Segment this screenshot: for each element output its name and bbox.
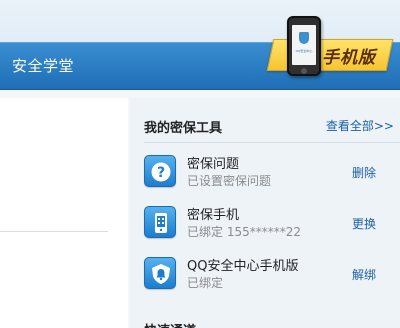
tool-name[interactable]: QQ安全中心手机版 bbox=[187, 255, 298, 274]
view-all-link[interactable]: 查看全部>> bbox=[326, 117, 394, 134]
tool-name[interactable]: 密保问题 bbox=[187, 153, 239, 172]
shield-bell-icon[interactable] bbox=[144, 257, 176, 289]
tool-row-security-phone: 密保手机 已绑定 155******22 更换 bbox=[144, 206, 400, 246]
page: 安全学堂 手机版 QQ安全中心 我的密保工具 查看全部>> ? 密保问题 已设置… bbox=[0, 0, 400, 328]
section-divider bbox=[144, 142, 400, 143]
phone-app-label: QQ安全中心 bbox=[295, 49, 313, 53]
main-content-panel bbox=[0, 98, 128, 328]
question-icon[interactable]: ? bbox=[144, 155, 176, 187]
tool-status: 已设置密保问题 bbox=[187, 174, 272, 188]
divider bbox=[0, 231, 108, 232]
svg-text:?: ? bbox=[157, 165, 165, 181]
tool-name[interactable]: 密保手机 bbox=[187, 204, 239, 223]
header-title[interactable]: 安全学堂 bbox=[12, 55, 74, 76]
top-strip bbox=[0, 0, 400, 42]
tool-row-qq-security-app: QQ安全中心手机版 已绑定 解绑 bbox=[144, 257, 400, 297]
phone-home-button-icon bbox=[301, 68, 307, 74]
phone-illustration-icon: QQ安全中心 bbox=[287, 16, 321, 76]
unbind-button[interactable]: 解绑 bbox=[352, 266, 376, 283]
mobile-version-label[interactable]: 手机版 bbox=[322, 43, 376, 68]
security-tools-panel: 我的密保工具 查看全部>> ? 密保问题 已设置密保问题 删除 密保手机 已绑定… bbox=[130, 98, 400, 328]
tool-row-security-question: ? 密保问题 已设置密保问题 删除 bbox=[144, 155, 400, 195]
delete-button[interactable]: 删除 bbox=[352, 164, 376, 181]
tool-status: 已绑定 155******22 bbox=[187, 225, 301, 239]
section-title-quick-access: 快速通道 bbox=[144, 320, 196, 328]
mobile-phone-icon[interactable] bbox=[144, 206, 176, 238]
change-button[interactable]: 更换 bbox=[352, 215, 376, 232]
phone-screen: QQ安全中心 bbox=[292, 25, 316, 65]
section-title-tools: 我的密保工具 bbox=[144, 121, 223, 136]
tool-status: 已绑定 bbox=[187, 276, 224, 290]
shield-icon bbox=[299, 32, 309, 44]
